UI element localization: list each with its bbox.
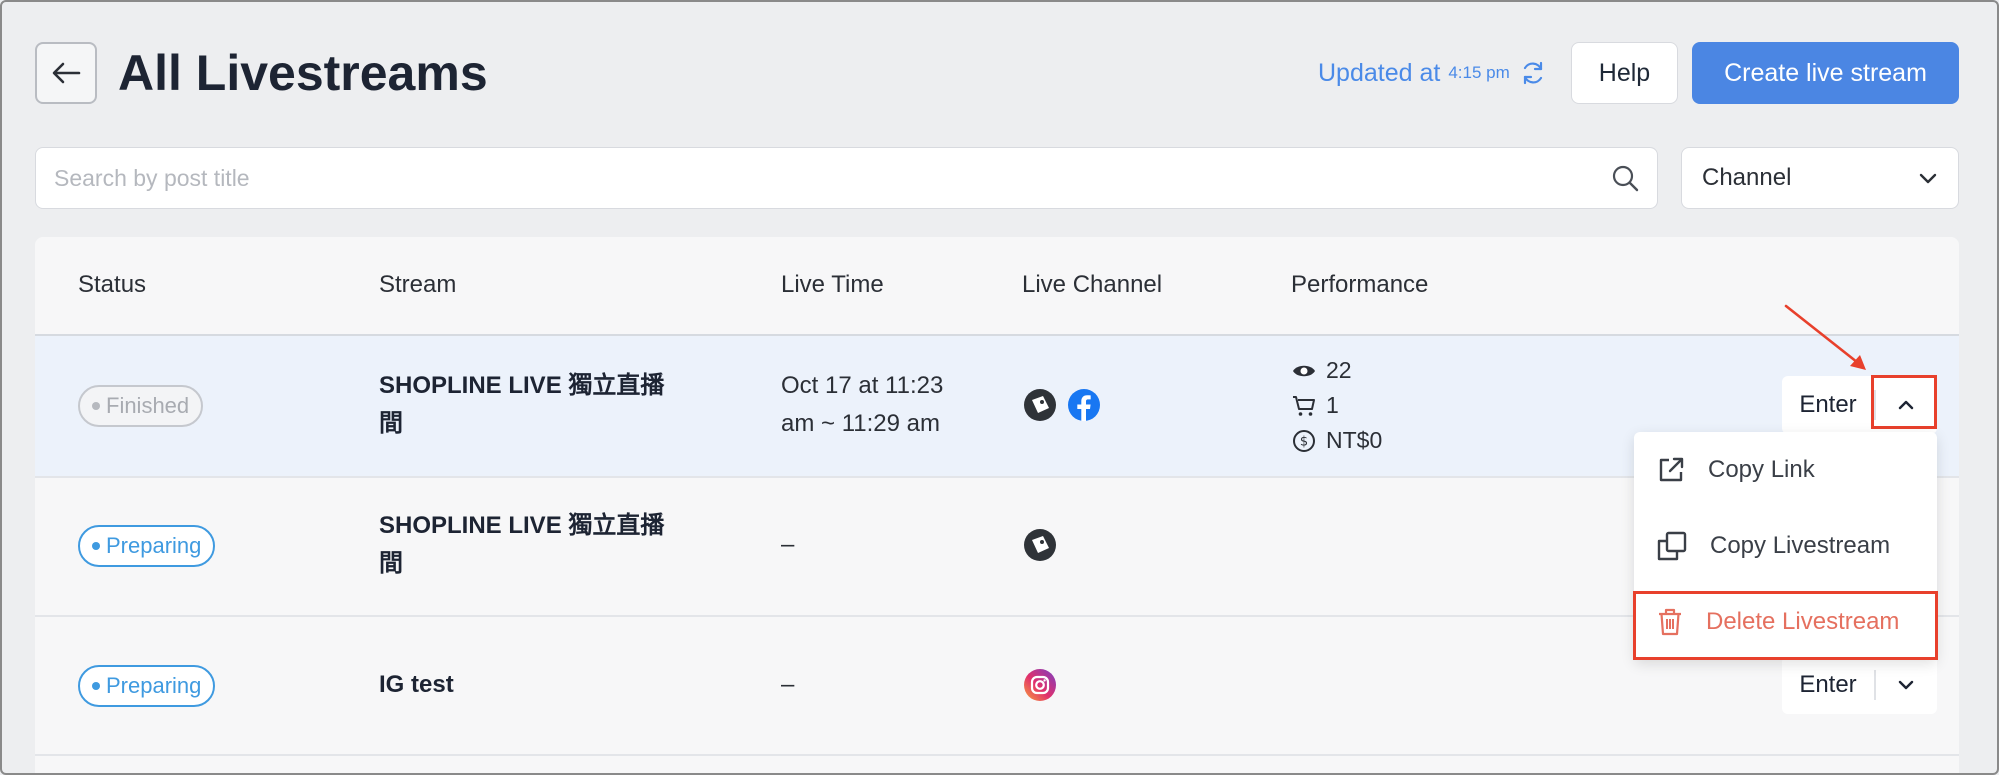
status-label: Preparing	[106, 673, 202, 698]
help-button[interactable]: Help	[1571, 42, 1678, 104]
live-time-line: am ~ 11:29 am	[781, 410, 940, 437]
arrow-left-icon	[52, 62, 81, 84]
column-header-live-channel: Live Channel	[1022, 271, 1163, 298]
live-time-line: Oct 17 at 11:23	[781, 372, 944, 399]
stream-title: IG test	[379, 671, 454, 698]
status-badge: Preparing	[78, 525, 216, 567]
views-stat: 22	[1292, 353, 1382, 388]
status-dot	[92, 402, 100, 410]
back-button[interactable]	[35, 42, 97, 104]
live-time: –	[781, 531, 795, 558]
column-header-status: Status	[78, 271, 147, 298]
live-time: –	[781, 671, 795, 698]
enter-button-group: Enter	[1782, 656, 1937, 714]
stream-title-line: SHOPLINE LIVE 獨立直播	[379, 372, 665, 399]
search-box	[35, 147, 1658, 209]
status-badge: Preparing	[78, 665, 216, 707]
menu-item-label: Copy Livestream	[1710, 532, 1891, 559]
eye-icon	[1293, 365, 1315, 376]
column-header-performance: Performance	[1291, 271, 1429, 298]
chevron-down-icon	[1919, 173, 1937, 184]
views-count: 22	[1326, 357, 1352, 383]
stream-title-line: 間	[379, 410, 403, 437]
annotation-highlight	[1871, 375, 1937, 429]
page-title: All Livestreams	[118, 45, 488, 101]
status-label: Preparing	[106, 533, 202, 558]
chevron-down-icon	[1899, 680, 1914, 690]
updated-time: 4:15 pm	[1448, 63, 1510, 82]
instagram-icon	[1024, 669, 1056, 701]
orders-count: 1	[1326, 392, 1339, 418]
search-input[interactable]	[54, 164, 1611, 192]
status-dot	[92, 682, 100, 690]
status-dot	[92, 542, 100, 550]
shopline-icon	[1024, 529, 1056, 561]
status-badge: Finished	[78, 385, 204, 427]
cart-icon	[1293, 395, 1315, 416]
revenue-amount: NT$0	[1326, 427, 1383, 453]
menu-item-label: Copy Link	[1708, 456, 1815, 483]
external-link-icon	[1659, 457, 1684, 482]
svg-text:$: $	[1300, 434, 1308, 449]
row-divider	[35, 754, 1959, 756]
dollar-icon: $	[1293, 429, 1315, 452]
live-time: Oct 17 at 11:23 am ~ 11:29 am	[781, 367, 981, 443]
performance-stats: 22 1 $ NT$0	[1292, 353, 1382, 458]
refresh-icon[interactable]	[1520, 60, 1546, 86]
copy-icon	[1657, 531, 1687, 561]
channel-filter-label: Channel	[1702, 164, 1792, 191]
annotation-arrow-icon	[1784, 304, 1866, 370]
shopline-icon	[1024, 389, 1056, 421]
stream-title-line: SHOPLINE LIVE 獨立直播	[379, 512, 665, 539]
stream-title-line: 間	[379, 550, 403, 577]
stream-title: SHOPLINE LIVE 獨立直播 間	[379, 507, 699, 583]
updated-label: Updated at	[1318, 58, 1441, 87]
create-live-stream-button[interactable]: Create live stream	[1692, 42, 1959, 104]
status-label: Finished	[106, 393, 190, 418]
channel-filter[interactable]: Channel	[1681, 147, 1959, 209]
search-icon[interactable]	[1611, 164, 1639, 192]
stream-title: SHOPLINE LIVE 獨立直播 間	[379, 367, 699, 443]
revenue-stat: $ NT$0	[1292, 423, 1382, 458]
facebook-icon	[1068, 389, 1100, 421]
copy-link-menu-item[interactable]: Copy Link	[1634, 432, 1937, 508]
enter-button[interactable]: Enter	[1782, 671, 1874, 699]
enter-button[interactable]: Enter	[1782, 391, 1874, 419]
copy-livestream-menu-item[interactable]: Copy Livestream	[1634, 508, 1937, 584]
column-header-live-time: Live Time	[781, 271, 884, 298]
orders-stat: 1	[1292, 388, 1382, 423]
annotation-highlight	[1633, 591, 1938, 660]
updated-indicator: Updated at 4:15 pm	[1318, 58, 1546, 88]
more-actions-toggle[interactable]	[1876, 656, 1938, 714]
column-header-stream: Stream	[379, 271, 457, 298]
